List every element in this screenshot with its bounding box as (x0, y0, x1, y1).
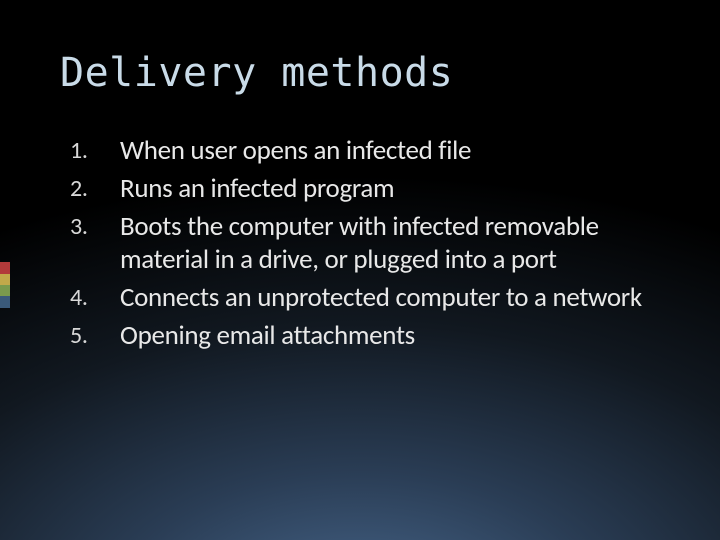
accent-seg-red (0, 262, 10, 274)
slide-title: Delivery methods (60, 50, 660, 96)
list-item: Connects an unprotected computer to a ne… (70, 281, 660, 315)
list-item: When user opens an infected file (70, 134, 660, 168)
accent-bar-top (0, 46, 10, 98)
list-item: Boots the computer with infected removab… (70, 210, 660, 278)
accent-bar-colors (0, 262, 10, 308)
list-item: Opening email attachments (70, 319, 660, 353)
slide: Delivery methods When user opens an infe… (0, 0, 720, 540)
delivery-methods-list: When user opens an infected file Runs an… (70, 134, 660, 353)
list-item: Runs an infected program (70, 172, 660, 206)
accent-seg-yellow (0, 274, 10, 285)
accent-seg-blue (0, 296, 10, 308)
accent-seg-green (0, 285, 10, 296)
